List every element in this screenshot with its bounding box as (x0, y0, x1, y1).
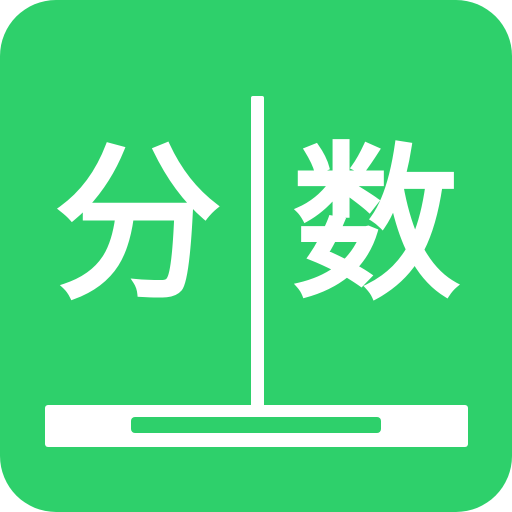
balance-base-plate (45, 405, 468, 447)
numerator-character: 分 (54, 127, 222, 323)
denominator-character: 数 (292, 127, 460, 323)
base-slot-bar (131, 417, 381, 433)
app-icon[interactable]: 分 数 (0, 0, 512, 512)
fraction-divider-line (251, 96, 264, 411)
